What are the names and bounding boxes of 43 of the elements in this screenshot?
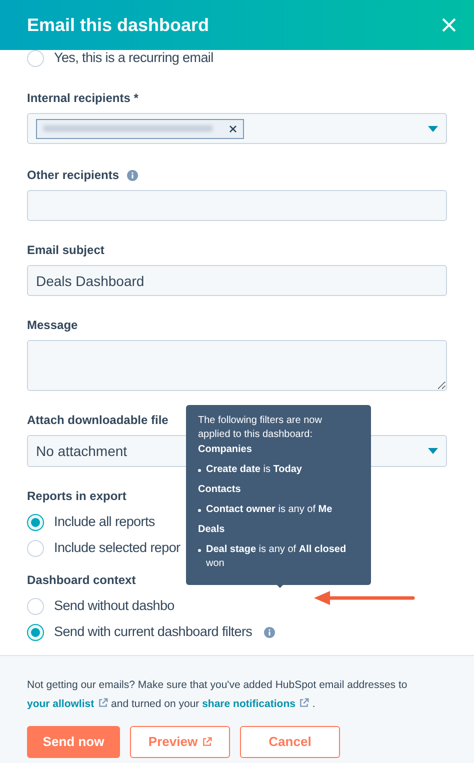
group-label: Reports in export	[27, 488, 126, 505]
send-button[interactable]: Send now	[27, 726, 120, 758]
dialog-title: Email this dashboard	[27, 14, 210, 36]
radio-label: Send without dashbo	[54, 596, 174, 615]
tooltip-heading: Contacts	[198, 483, 242, 497]
tooltip-heading: Companies	[198, 443, 253, 457]
info-icon[interactable]	[127, 170, 138, 180]
input-field[interactable]	[27, 190, 447, 221]
caret-icon	[428, 448, 438, 454]
radio-button[interactable]	[27, 624, 44, 640]
help-link[interactable]: share notifications	[202, 698, 296, 710]
bullet-icon	[198, 549, 201, 552]
field-label: Attach downloadable file	[27, 412, 168, 429]
radio-label: Yes, this is a recurring email	[54, 48, 214, 67]
field-label: Other recipients	[27, 167, 120, 184]
radio-label: Include selected repor	[54, 538, 180, 557]
radio-label: Include all reports	[54, 512, 155, 531]
footer-note: Not getting our emails? Make sure that you've added HubSpot email addresses to your allowlist and turned on your share notifications .	[27, 678, 408, 712]
external-link-icon[interactable]	[98, 698, 108, 708]
bullet-icon	[198, 469, 201, 472]
secondary-button[interactable]: Preview	[130, 726, 230, 758]
tooltip-heading: Deals	[198, 523, 226, 537]
group-label: Dashboard context	[27, 572, 136, 589]
info-icon[interactable]	[264, 626, 276, 638]
bullet-icon	[198, 509, 201, 512]
radio-label: Send with current dashboard filters	[54, 622, 252, 641]
close-icon[interactable]	[442, 18, 456, 32]
radio-button[interactable]	[27, 540, 44, 556]
radio-button[interactable]	[27, 598, 44, 614]
remove-icon[interactable]	[229, 124, 237, 132]
caret-icon	[428, 126, 438, 132]
help-link[interactable]: your allowlist	[27, 698, 94, 710]
tooltip-item: Contact owner is any of Me	[206, 503, 334, 517]
input-field[interactable]: Deals Dashboard	[27, 265, 447, 296]
secondary-button[interactable]: Cancel	[240, 726, 340, 758]
field-label: Internal recipients *	[27, 90, 138, 107]
tooltip-item: Deal stage is any of All closed won	[206, 543, 348, 571]
arrow-icon	[312, 590, 416, 606]
field-label: Message	[27, 317, 78, 334]
field-label: Email subject	[27, 242, 104, 259]
radio-button[interactable]	[27, 50, 44, 66]
radio-button[interactable]	[27, 514, 44, 530]
external-link-icon[interactable]	[299, 698, 310, 708]
